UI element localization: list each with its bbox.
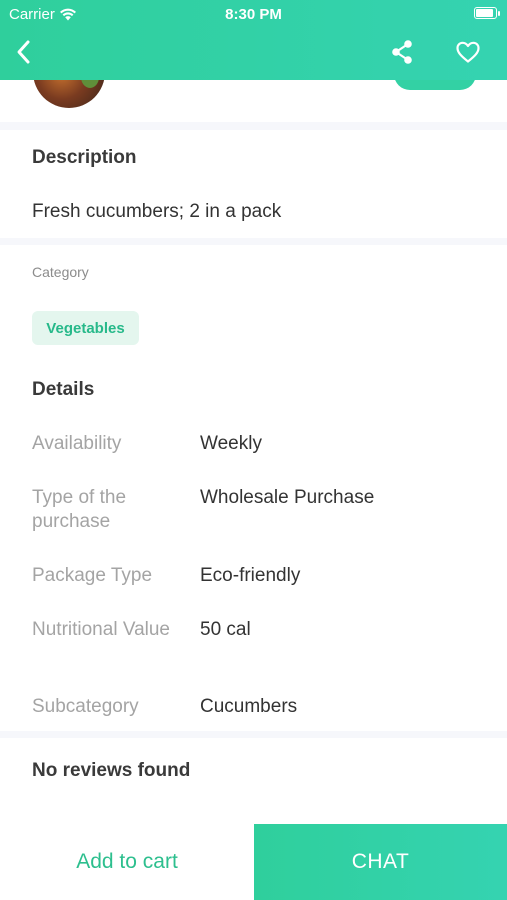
chat-button[interactable]: CHAT <box>254 824 507 900</box>
category-label: Category <box>32 264 89 280</box>
detail-key-availability: Availability <box>32 433 122 454</box>
detail-key-nutritional-value: Nutritional Value <box>32 619 171 640</box>
section-divider <box>0 122 507 130</box>
detail-value-package-type: Eco-friendly <box>200 565 301 586</box>
status-time: 8:30 PM <box>225 6 282 23</box>
detail-value-availability: Weekly <box>200 433 262 454</box>
description-title: Description <box>32 147 137 168</box>
description-text: Fresh cucumbers; 2 in a pack <box>32 201 282 222</box>
category-tag[interactable]: Vegetables <box>32 311 139 345</box>
status-bar: Carrier 8:30 PM <box>0 0 507 28</box>
section-divider <box>0 731 507 738</box>
detail-value-subcategory: Cucumbers <box>200 696 298 717</box>
heart-icon <box>456 41 480 63</box>
details-title: Details <box>32 379 95 400</box>
detail-key-purchase-type: Type of the purchase <box>32 487 127 532</box>
top-navigation-bar: Carrier 8:30 PM <box>0 0 507 80</box>
detail-value-nutritional-value: 50 cal <box>200 619 251 640</box>
section-divider <box>0 238 507 245</box>
back-button[interactable] <box>6 34 42 70</box>
favorite-button[interactable] <box>450 34 486 70</box>
battery-icon <box>474 7 500 19</box>
reviews-empty-text: No reviews found <box>32 760 191 781</box>
bottom-action-bar: Add to cart CHAT <box>0 824 507 900</box>
detail-value-purchase-type: Wholesale Purchase <box>200 487 375 508</box>
share-button[interactable] <box>384 34 420 70</box>
share-icon <box>392 40 412 64</box>
detail-key-package-type: Package Type <box>32 565 153 586</box>
add-to-cart-button[interactable]: Add to cart <box>0 824 254 900</box>
detail-key-subcategory: Subcategory <box>32 696 139 717</box>
back-chevron-icon <box>17 40 30 64</box>
